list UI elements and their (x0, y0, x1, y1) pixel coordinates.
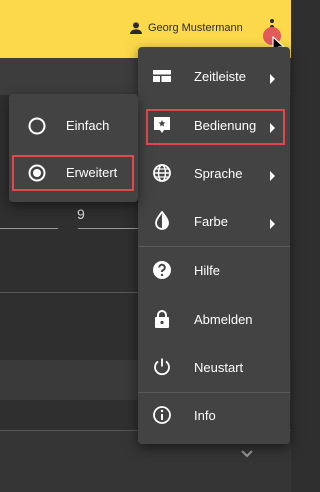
menu-item-label: Neustart (194, 359, 244, 375)
radio-unchecked-icon[interactable] (28, 117, 46, 135)
menu-item-farbe[interactable]: Farbe (138, 197, 290, 245)
help-icon (152, 260, 172, 280)
chevron-right-icon (269, 216, 277, 229)
timeline-icon (152, 66, 172, 86)
power-icon (152, 357, 172, 377)
chevron-right-icon (269, 168, 277, 181)
menu-item-sprache[interactable]: Sprache (138, 149, 290, 197)
user-name: Georg Mustermann (148, 22, 243, 34)
radio-option-einfach[interactable]: Einfach (9, 103, 138, 149)
menu-item-label: Sprache (194, 165, 243, 181)
input-underline (0, 228, 58, 229)
menu-item-label: Hilfe (194, 262, 221, 278)
menu-item-label: Abmelden (194, 311, 253, 327)
menu-item-zeitleiste[interactable]: Zeitleiste (138, 52, 290, 100)
highlight-erweitert (12, 155, 134, 191)
chevron-right-icon (269, 71, 277, 84)
menu-item-neustart[interactable]: Neustart (138, 343, 290, 391)
info-icon (152, 405, 172, 425)
chevron-down-icon[interactable] (240, 446, 254, 464)
user-account[interactable]: Georg Mustermann (128, 18, 243, 38)
menu-item-abmelden[interactable]: Abmelden (138, 295, 290, 343)
globe-icon (152, 163, 172, 183)
highlight-bedienung (146, 109, 285, 145)
main-menu: Zeitleiste Bedienung Sprache Farbe Hilfe… (138, 47, 290, 444)
lock-icon (152, 309, 172, 329)
menu-item-label: Farbe (194, 213, 228, 229)
divider (0, 292, 138, 293)
account-icon (128, 20, 144, 36)
input-underline (78, 228, 138, 229)
menu-item-hilfe[interactable]: Hilfe (138, 246, 290, 294)
background-field-value: 9 (77, 206, 85, 222)
menu-item-label: Info (194, 407, 216, 423)
menu-item-info[interactable]: Info (138, 391, 290, 439)
drop-icon (152, 211, 172, 231)
menu-item-label: Zeitleiste (194, 68, 247, 84)
radio-label: Einfach (66, 118, 110, 133)
